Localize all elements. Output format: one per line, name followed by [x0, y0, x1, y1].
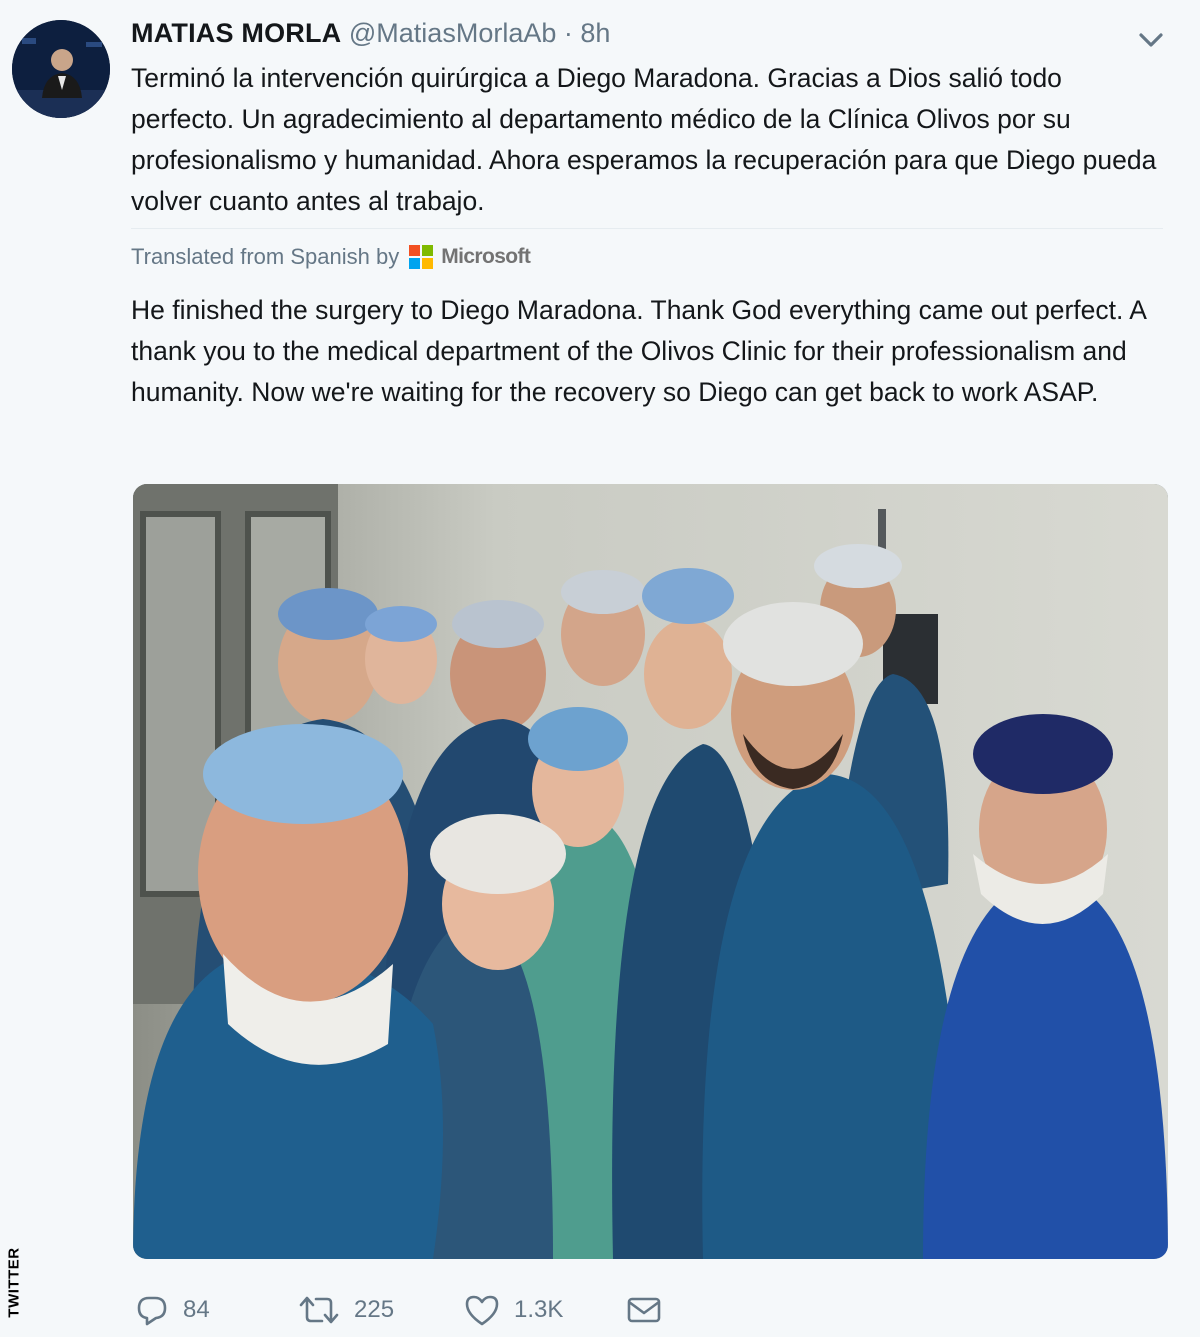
like-count: 1.3K	[514, 1296, 564, 1323]
tweet-text: Terminó la intervención quirúrgica a Die…	[131, 63, 1157, 216]
direct-message-button[interactable]	[626, 1288, 662, 1332]
reply-icon	[137, 1296, 167, 1326]
retweet-button[interactable]: 225	[298, 1288, 394, 1332]
translated-label: Translated from Spanish by	[131, 244, 400, 269]
tweet-time[interactable]: 8h	[580, 18, 610, 48]
reply-button[interactable]: 84	[135, 1288, 210, 1332]
translator-name[interactable]: Microsoft	[441, 245, 531, 269]
source-watermark: TWITTER	[3, 1240, 25, 1330]
author-name[interactable]: MATIAS MORLA	[131, 18, 341, 48]
mail-icon	[627, 1297, 661, 1323]
author-handle[interactable]: @MatiasMorlaAb	[349, 18, 556, 48]
chevron-down-icon[interactable]	[1134, 26, 1168, 54]
tweet-photo[interactable]	[133, 484, 1168, 1259]
heart-icon	[465, 1295, 499, 1326]
translation-attribution: Translated from Spanish by Microsoft	[131, 244, 531, 270]
separator-dot: ·	[563, 18, 573, 48]
microsoft-logo	[409, 245, 434, 269]
retweet-icon	[299, 1296, 339, 1324]
avatar[interactable]	[12, 20, 110, 118]
translated-text: He finished the surgery to Diego Maradon…	[131, 295, 1146, 407]
like-button[interactable]: 1.3K	[464, 1288, 563, 1332]
tweet-actions: 84 225 1.3K	[133, 1288, 853, 1332]
reply-count: 84	[183, 1296, 210, 1323]
avatar-image	[12, 20, 110, 118]
watermark-text: TWITTER	[5, 1247, 23, 1318]
retweet-count: 225	[354, 1296, 395, 1323]
tweet-header: MATIAS MORLA @MatiasMorlaAb · 8h	[131, 18, 610, 49]
divider	[131, 228, 1163, 229]
